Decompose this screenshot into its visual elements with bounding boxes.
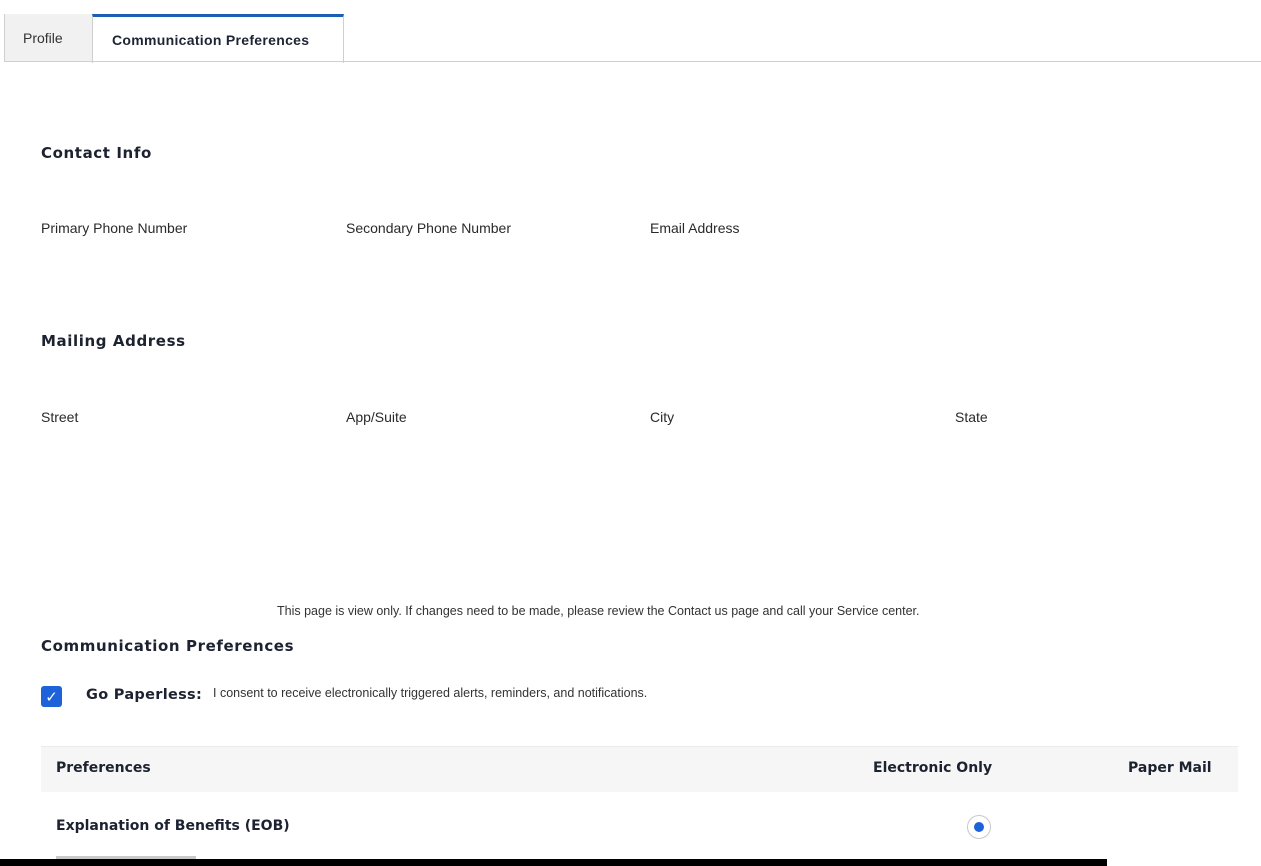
app-suite-label: App/Suite	[346, 409, 407, 425]
secondary-phone-label: Secondary Phone Number	[346, 220, 511, 236]
city-label: City	[650, 409, 675, 425]
column-paper-mail: Paper Mail	[1128, 760, 1212, 776]
eob-row-label: Explanation of Benefits (EOB)	[56, 818, 290, 834]
column-electronic-only: Electronic Only	[873, 760, 993, 776]
contact-info-heading: Contact Info	[41, 144, 152, 162]
communication-preferences-heading: Communication Preferences	[41, 637, 295, 655]
screen-edge-strip	[0, 859, 1107, 866]
view-only-notice: This page is view only. If changes need …	[277, 604, 920, 618]
go-paperless-label: Go Paperless:	[86, 687, 203, 703]
state-label: State	[955, 409, 988, 425]
eob-electronic-only-radio[interactable]	[967, 815, 991, 839]
checkmark-icon: ✓	[45, 688, 58, 706]
tab-bar-divider	[4, 61, 1261, 62]
street-label: Street	[41, 409, 79, 425]
radio-selected-dot	[974, 822, 984, 832]
tab-profile[interactable]: Profile	[5, 14, 93, 61]
mailing-address-heading: Mailing Address	[41, 332, 186, 350]
tab-communication-preferences[interactable]: Communication Preferences	[92, 14, 344, 63]
primary-phone-label: Primary Phone Number	[41, 220, 188, 236]
consent-text: I consent to receive electronically trig…	[213, 686, 648, 700]
go-paperless-checkbox[interactable]: ✓	[41, 686, 62, 707]
email-address-label: Email Address	[650, 220, 740, 236]
preferences-table-header: Preferences Electronic Only Paper Mail	[41, 746, 1238, 792]
tab-bar: Profile Communication Preferences	[0, 0, 1261, 63]
column-preferences: Preferences	[56, 760, 151, 776]
